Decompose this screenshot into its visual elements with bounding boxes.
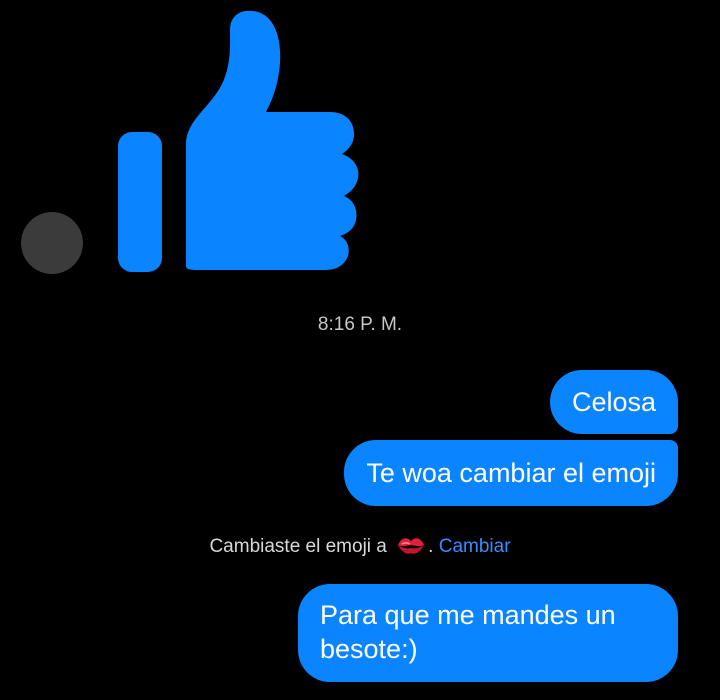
- thumb-hand: [186, 10, 359, 271]
- emoji-change-notice: Cambiaste el emoji a . Cambiar: [0, 535, 720, 559]
- sent-message-bubble[interactable]: Te woa cambiar el emoji: [344, 440, 678, 506]
- thumbs-up-icon[interactable]: [108, 8, 368, 276]
- message-timestamp: 8:16 P. M.: [317, 314, 403, 335]
- sent-message-bubble[interactable]: Para que me mandes un besote:): [298, 584, 678, 682]
- kiss-mark-icon: [398, 538, 425, 554]
- thumb-cuff: [118, 132, 162, 272]
- change-emoji-link[interactable]: Cambiar: [439, 536, 511, 557]
- notice-text: Cambiaste el emoji a: [209, 536, 387, 558]
- sent-message-bubble[interactable]: Celosa: [549, 370, 678, 434]
- notice-separator: .: [428, 536, 434, 558]
- avatar[interactable]: [21, 212, 83, 274]
